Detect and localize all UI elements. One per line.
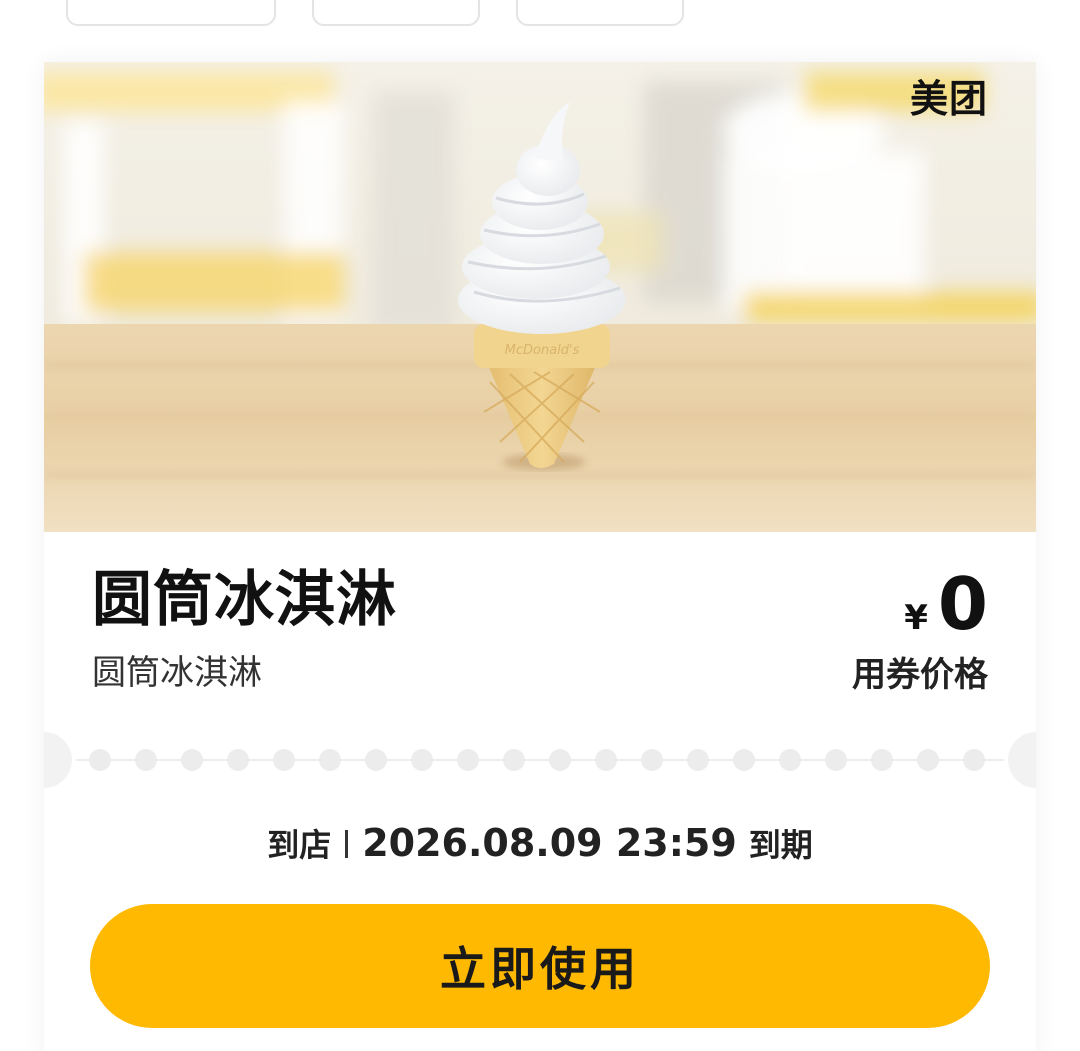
coupon-page: McDonald's 美团 圆筒冰淇淋 圆筒冰淇淋 ¥ 0 用券价格 到店 20… bbox=[0, 0, 1080, 1051]
coupon-card: McDonald's 美团 圆筒冰淇淋 圆筒冰淇淋 ¥ 0 用券价格 到店 20… bbox=[44, 62, 1036, 1051]
use-now-button[interactable]: 立即使用 bbox=[90, 904, 990, 1028]
top-tab-1[interactable] bbox=[66, 0, 276, 26]
coupon-price: ¥ 0 bbox=[904, 568, 988, 640]
expiry-prefix: 到店 bbox=[267, 826, 332, 864]
currency-symbol: ¥ bbox=[904, 598, 928, 638]
expiry-suffix: 到期 bbox=[748, 826, 813, 864]
coupon-title: 圆筒冰淇淋 bbox=[92, 565, 397, 635]
coupon-subtitle: 圆筒冰淇淋 bbox=[92, 653, 262, 693]
expiry-info: 到店 2026.08.09 23:59 到期 bbox=[44, 824, 1036, 862]
expiry-datetime: 2026.08.09 23:59 bbox=[362, 821, 737, 865]
top-tab-2[interactable] bbox=[312, 0, 480, 26]
ice-cream-cone-photo: McDonald's bbox=[44, 62, 1036, 532]
expiry-separator bbox=[345, 830, 349, 858]
top-tab-3[interactable] bbox=[516, 0, 684, 26]
product-image: McDonald's 美团 bbox=[44, 62, 1036, 532]
price-label: 用券价格 bbox=[852, 655, 988, 695]
perforation-divider bbox=[44, 732, 1036, 788]
meituan-brand-logo: 美团 bbox=[909, 77, 988, 121]
svg-text:McDonald's: McDonald's bbox=[505, 343, 580, 358]
price-value: 0 bbox=[937, 562, 988, 646]
